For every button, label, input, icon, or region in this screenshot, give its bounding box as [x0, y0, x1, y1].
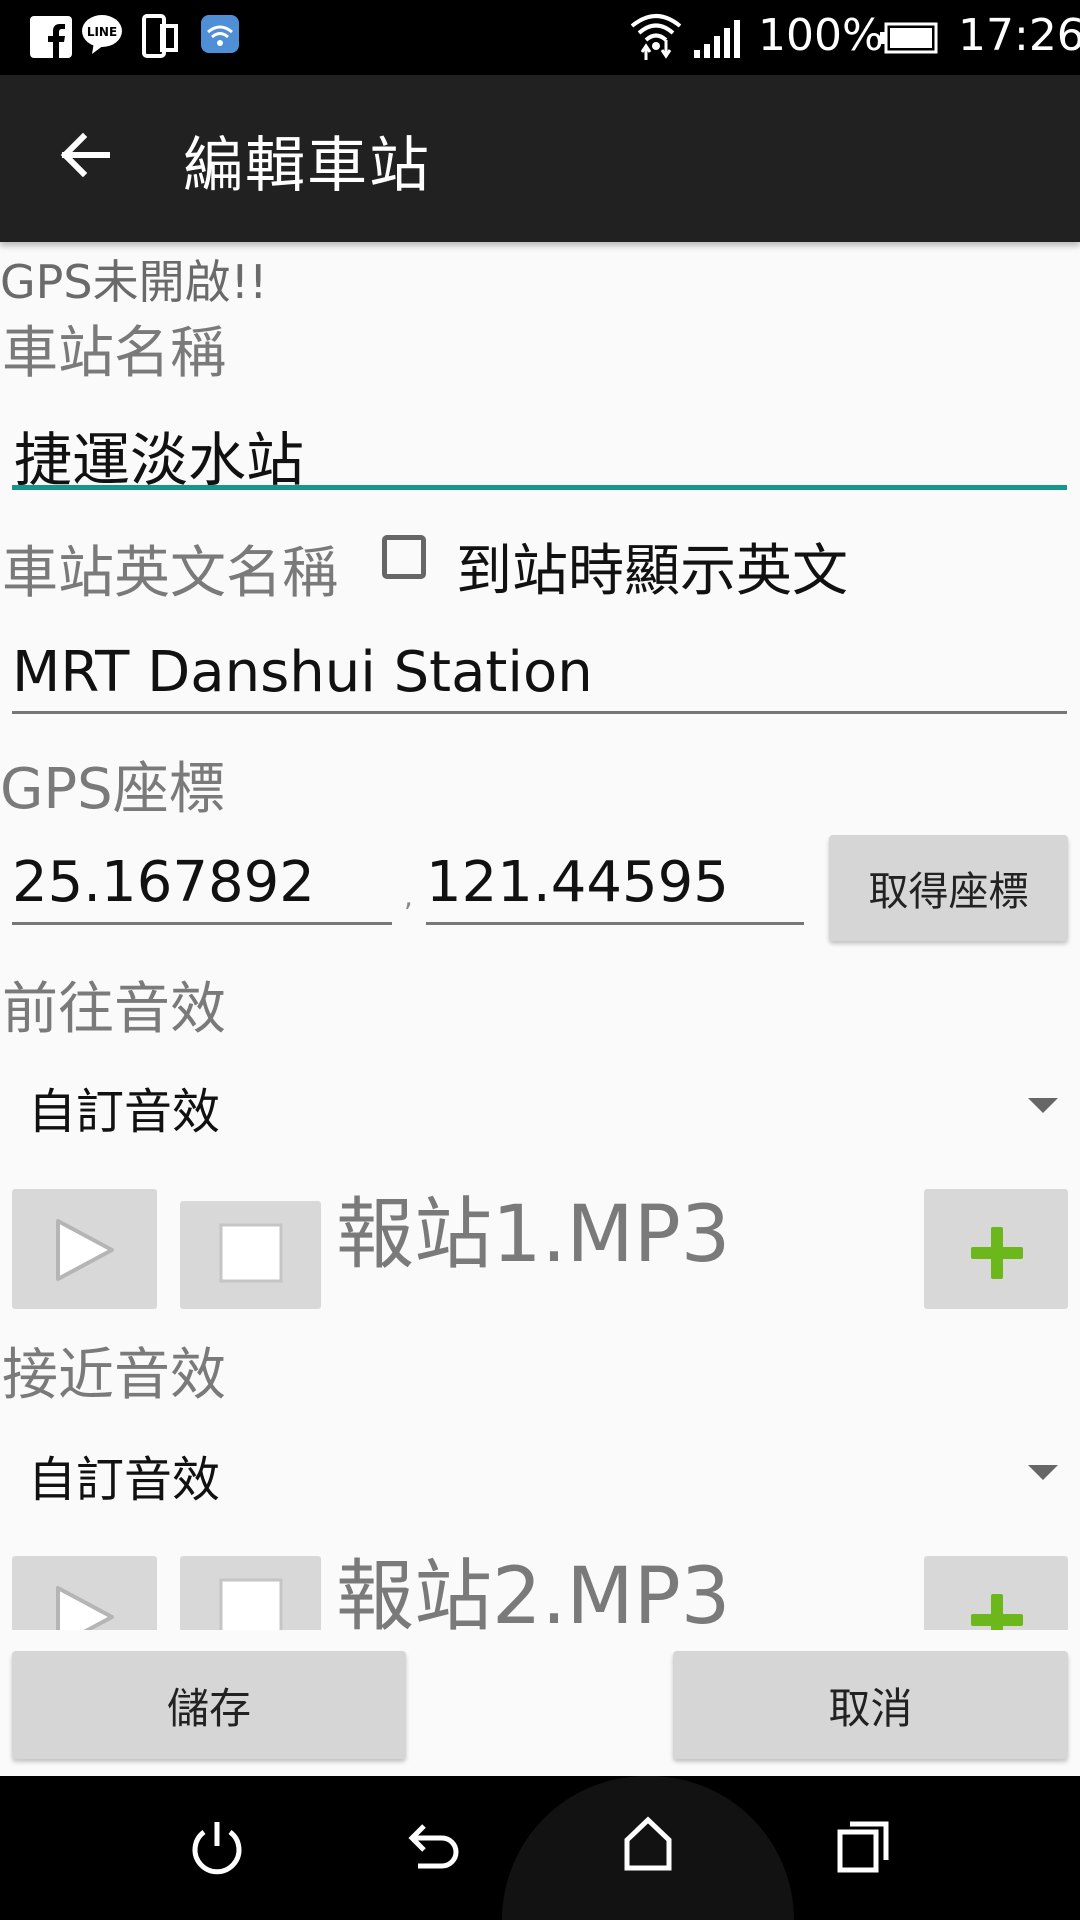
departure-sound-spinner[interactable]: 自訂音效: [28, 1072, 220, 1142]
cancel-button[interactable]: 取消: [673, 1651, 1068, 1759]
recents-icon[interactable]: [836, 1818, 892, 1874]
stop-icon: [219, 1578, 283, 1630]
latitude-input[interactable]: 25.167892: [12, 850, 392, 920]
wifi-app-icon: [201, 15, 239, 53]
approach-stop-button[interactable]: [180, 1556, 321, 1630]
approach-sound-spinner[interactable]: 自訂音效: [28, 1440, 220, 1510]
approach-sound-label: 接近音效: [2, 1343, 226, 1408]
status-bar: LINE 100% 17:26: [0, 0, 1080, 75]
departure-sound-label: 前往音效: [2, 977, 226, 1042]
battery-icon: [880, 22, 938, 54]
navigation-bar: [0, 1776, 1080, 1920]
play-icon: [56, 1586, 114, 1630]
station-english-underline: [12, 711, 1067, 714]
station-name-input[interactable]: 捷運淡水站: [14, 413, 1064, 494]
coordinate-separator: ,: [404, 880, 413, 913]
longitude-input[interactable]: 121.44595: [426, 850, 806, 920]
station-english-label: 車站英文名稱: [2, 541, 338, 606]
gps-warning: GPS未開啟!!: [0, 255, 268, 309]
longitude-underline: [426, 922, 804, 925]
departure-add-button[interactable]: [924, 1189, 1068, 1309]
approach-dropdown-caret-icon[interactable]: [1028, 1465, 1058, 1480]
arrow-back-icon[interactable]: [55, 125, 115, 185]
device-icon: [142, 14, 178, 58]
play-icon: [56, 1219, 114, 1281]
add-icon: [971, 1227, 1023, 1279]
add-icon: [971, 1594, 1023, 1630]
show-english-label: 到站時顯示英文: [456, 539, 848, 604]
approach-sound-file: 報站2.MP3: [336, 1552, 731, 1630]
back-nav-icon[interactable]: [404, 1820, 460, 1876]
svg-text:LINE: LINE: [87, 25, 117, 39]
wifi-icon: [630, 14, 682, 60]
approach-controls-row: 報站2.MP3: [0, 1552, 1080, 1630]
station-name-label: 車站名稱: [2, 321, 226, 386]
departure-sound-file: 報站1.MP3: [336, 1190, 731, 1280]
app-bar: 編輯車站: [0, 75, 1080, 242]
station-english-input[interactable]: MRT Danshui Station: [12, 640, 1062, 710]
latitude-underline: [12, 922, 392, 925]
departure-dropdown-caret-icon[interactable]: [1028, 1098, 1058, 1113]
gps-label: GPS座標: [0, 757, 225, 822]
departure-play-button[interactable]: [12, 1189, 157, 1309]
power-icon[interactable]: [190, 1818, 244, 1876]
page-title: 編輯車站: [183, 131, 431, 201]
clock: 17:26: [958, 10, 1080, 61]
stop-icon: [219, 1223, 283, 1283]
get-coordinates-button[interactable]: 取得座標: [829, 835, 1068, 941]
home-icon[interactable]: [623, 1816, 673, 1872]
save-button[interactable]: 儲存: [12, 1651, 406, 1759]
signal-icon: [694, 20, 740, 58]
station-name-underline: [12, 485, 1067, 490]
approach-play-button[interactable]: [12, 1556, 157, 1630]
departure-stop-button[interactable]: [180, 1201, 321, 1309]
line-icon: LINE: [82, 15, 122, 54]
battery-percent: 100%: [758, 10, 884, 61]
show-english-checkbox[interactable]: [382, 535, 426, 579]
facebook-icon: [30, 16, 72, 58]
approach-add-button[interactable]: [924, 1556, 1068, 1630]
